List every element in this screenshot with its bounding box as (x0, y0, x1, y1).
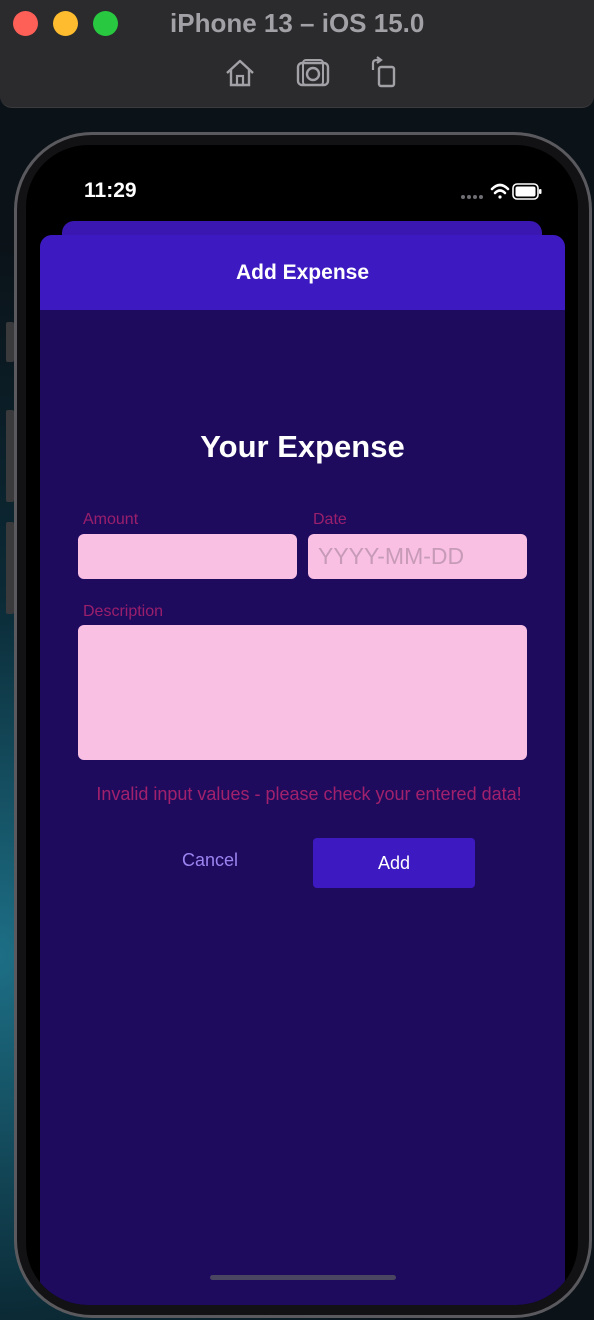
date-label: Date (313, 511, 347, 528)
amount-input[interactable] (78, 534, 297, 579)
volume-up-button (6, 410, 14, 502)
screenshot-button[interactable] (295, 55, 331, 91)
screenshot-camera-icon (296, 59, 330, 87)
form-title: Your Expense (200, 429, 405, 464)
home-button[interactable] (222, 55, 258, 91)
zoom-window-button[interactable] (93, 11, 118, 36)
amount-label: Amount (83, 511, 139, 528)
home-indicator[interactable] (210, 1275, 396, 1280)
wifi-icon (490, 183, 510, 199)
volume-down-button (6, 522, 14, 614)
rotate-button[interactable] (366, 55, 402, 91)
close-window-button[interactable] (13, 11, 38, 36)
home-icon (226, 59, 254, 87)
status-icons (460, 181, 542, 203)
add-button[interactable]: Add (313, 838, 475, 888)
status-time: 11:29 (84, 179, 137, 202)
rotate-icon (371, 56, 396, 88)
mute-switch (6, 322, 14, 362)
description-input[interactable] (78, 625, 527, 760)
cellular-dots-icon (461, 195, 483, 199)
battery-icon (512, 183, 542, 200)
cancel-button[interactable]: Cancel (150, 840, 270, 880)
add-expense-sheet: Add Expense Your Expense Amount Date Des… (40, 235, 565, 1305)
header-bar: Add Expense (40, 235, 565, 310)
date-input[interactable] (308, 534, 527, 579)
minimize-window-button[interactable] (53, 11, 78, 36)
phone-screen: 11:29 Add Expense Your Expense Amount Da… (26, 145, 578, 1305)
simulator-toolbar: iPhone 13 – iOS 15.0 (0, 0, 594, 108)
error-message: Invalid input values - please check your… (96, 784, 522, 804)
header-title: Add Expense (235, 261, 370, 284)
description-label: Description (83, 603, 164, 620)
simulator-title: iPhone 13 – iOS 15.0 (170, 8, 425, 38)
